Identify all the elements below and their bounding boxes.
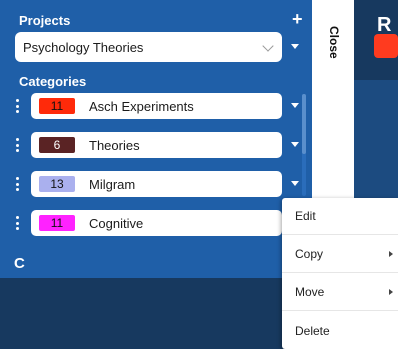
category-label: Asch Experiments	[89, 98, 194, 114]
category-label: Milgram	[89, 176, 136, 192]
category-row[interactable]: 11 Cognitive	[31, 210, 282, 236]
categories-heading: Categories	[19, 74, 87, 89]
category-count-badge: 11	[39, 98, 75, 114]
add-project-icon[interactable]: +	[292, 10, 303, 28]
category-count-badge: 13	[39, 176, 75, 192]
close-tab-label: Close	[327, 25, 341, 59]
submenu-arrow-icon	[389, 251, 393, 257]
category-row[interactable]: 6 Theories	[31, 132, 282, 158]
menu-item-edit[interactable]: Edit	[282, 198, 398, 235]
category-count-badge: 6	[39, 137, 75, 153]
menu-item-move[interactable]: Move	[282, 274, 398, 311]
drag-handle-icon[interactable]	[16, 216, 20, 230]
menu-item-label: Move	[295, 285, 325, 299]
category-row[interactable]: 11 Asch Experiments	[31, 93, 282, 119]
category-menu-caret-icon[interactable]	[291, 181, 299, 186]
menu-item-label: Copy	[295, 247, 324, 261]
category-menu-caret-icon[interactable]	[291, 142, 299, 147]
project-select[interactable]: Psychology Theories	[15, 32, 282, 62]
category-menu-caret-icon[interactable]	[291, 103, 299, 108]
submenu-arrow-icon	[389, 289, 393, 295]
drag-handle-icon[interactable]	[16, 177, 20, 191]
project-select-value: Psychology Theories	[23, 39, 144, 55]
category-label: Cognitive	[89, 215, 144, 231]
menu-item-copy[interactable]: Copy	[282, 236, 398, 273]
categories-scrollbar-thumb[interactable]	[302, 94, 306, 154]
refresh-icon[interactable]: C	[14, 256, 25, 271]
menu-item-label: Edit	[295, 209, 316, 223]
menu-item-delete[interactable]: Delete	[282, 312, 398, 349]
category-row[interactable]: 13 Milgram	[31, 171, 282, 197]
drag-handle-icon[interactable]	[16, 138, 20, 152]
projects-heading: Projects	[19, 13, 71, 28]
category-context-menu: Edit Copy Move Delete	[282, 198, 398, 349]
project-menu-caret-icon[interactable]	[291, 44, 299, 49]
menu-item-label: Delete	[295, 323, 330, 338]
category-count-badge: 11	[39, 215, 75, 231]
drag-handle-icon[interactable]	[16, 99, 20, 113]
main-accent-badge	[374, 34, 398, 58]
sidebar-footer-area	[0, 278, 312, 349]
close-tab[interactable]: Close	[318, 4, 350, 80]
chevron-down-icon	[262, 40, 274, 52]
category-label: Theories	[89, 137, 140, 153]
